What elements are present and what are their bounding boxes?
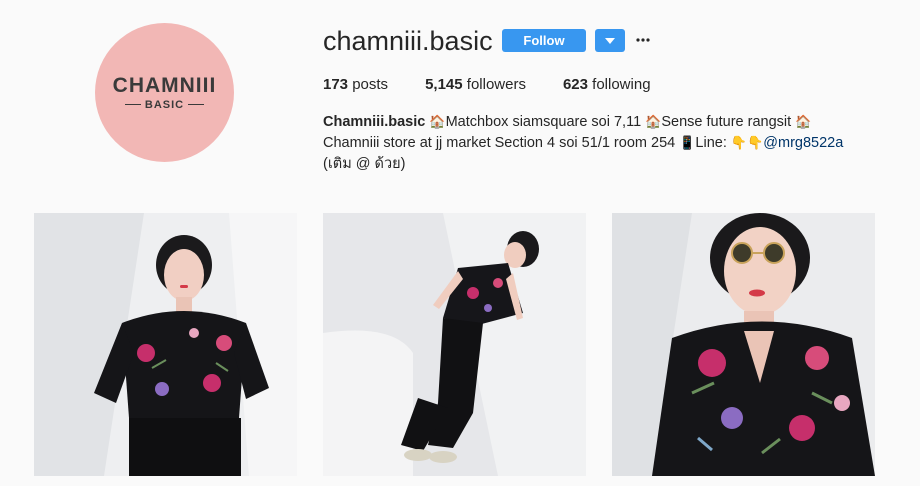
followers-stat[interactable]: 5,145 followers bbox=[425, 76, 526, 93]
house-icon: 🏠 bbox=[795, 115, 812, 130]
house-icon: 🏠 bbox=[645, 115, 662, 130]
bio-line-1: Chamniii.basic 🏠Matchbox siamsquare soi … bbox=[323, 112, 883, 133]
following-stat[interactable]: 623 following bbox=[563, 76, 651, 93]
photo-post-2-image bbox=[323, 213, 586, 476]
bio-text-1b: Sense future rangsit bbox=[661, 114, 796, 130]
profile-bio: Chamniii.basic 🏠Matchbox siamsquare soi … bbox=[323, 112, 883, 175]
more-options-icon[interactable] bbox=[634, 30, 652, 50]
avatar-logo-subtext: BASIC bbox=[144, 98, 185, 111]
posts-stat: 173 posts bbox=[323, 76, 388, 93]
avatar-logo-subrow: BASIC bbox=[124, 98, 205, 111]
bio-text-2: Chamniii store at jj market Section 4 so… bbox=[323, 135, 680, 151]
photo-post-1[interactable] bbox=[34, 213, 297, 476]
photo-post-1-image bbox=[34, 213, 297, 476]
profile-avatar[interactable]: CHAMNIII BASIC bbox=[95, 23, 234, 162]
avatar-logo-text: CHAMNIII bbox=[112, 73, 217, 97]
house-icon: 🏠 bbox=[429, 115, 446, 130]
posts-label: posts bbox=[348, 76, 389, 93]
photo-post-2[interactable] bbox=[323, 213, 586, 476]
bio-line-2: Chamniii store at jj market Section 4 so… bbox=[323, 133, 883, 154]
pointing-down-icon: 👇👇 bbox=[730, 136, 764, 151]
bio-mention-link[interactable]: @mrg8522a bbox=[763, 135, 843, 151]
logo-divider bbox=[124, 104, 141, 105]
following-label: following bbox=[588, 76, 651, 93]
bio-name: Chamniii.basic bbox=[323, 114, 426, 130]
bio-text-2b: Line: bbox=[695, 135, 731, 151]
phone-icon: 📱 bbox=[679, 136, 696, 151]
bio-line-3: (เติม @ ด้วย) bbox=[323, 156, 406, 172]
follow-button[interactable]: Follow bbox=[502, 29, 586, 52]
suggestions-dropdown-button[interactable] bbox=[595, 29, 625, 52]
chevron-down-icon bbox=[605, 37, 615, 44]
photo-post-3-image bbox=[612, 213, 875, 476]
profile-username: chamniii.basic bbox=[323, 26, 493, 56]
profile-stats: 173 posts 5,145 followers 623 following bbox=[323, 76, 688, 93]
logo-divider bbox=[188, 104, 205, 105]
ellipsis-icon bbox=[636, 38, 650, 42]
photo-post-3[interactable] bbox=[612, 213, 875, 476]
following-count: 623 bbox=[562, 76, 588, 93]
bio-text-1: Matchbox siamsquare soi 7,11 bbox=[445, 114, 646, 130]
followers-count: 5,145 bbox=[425, 76, 463, 93]
posts-count: 173 bbox=[323, 76, 349, 93]
followers-label: followers bbox=[462, 76, 526, 93]
